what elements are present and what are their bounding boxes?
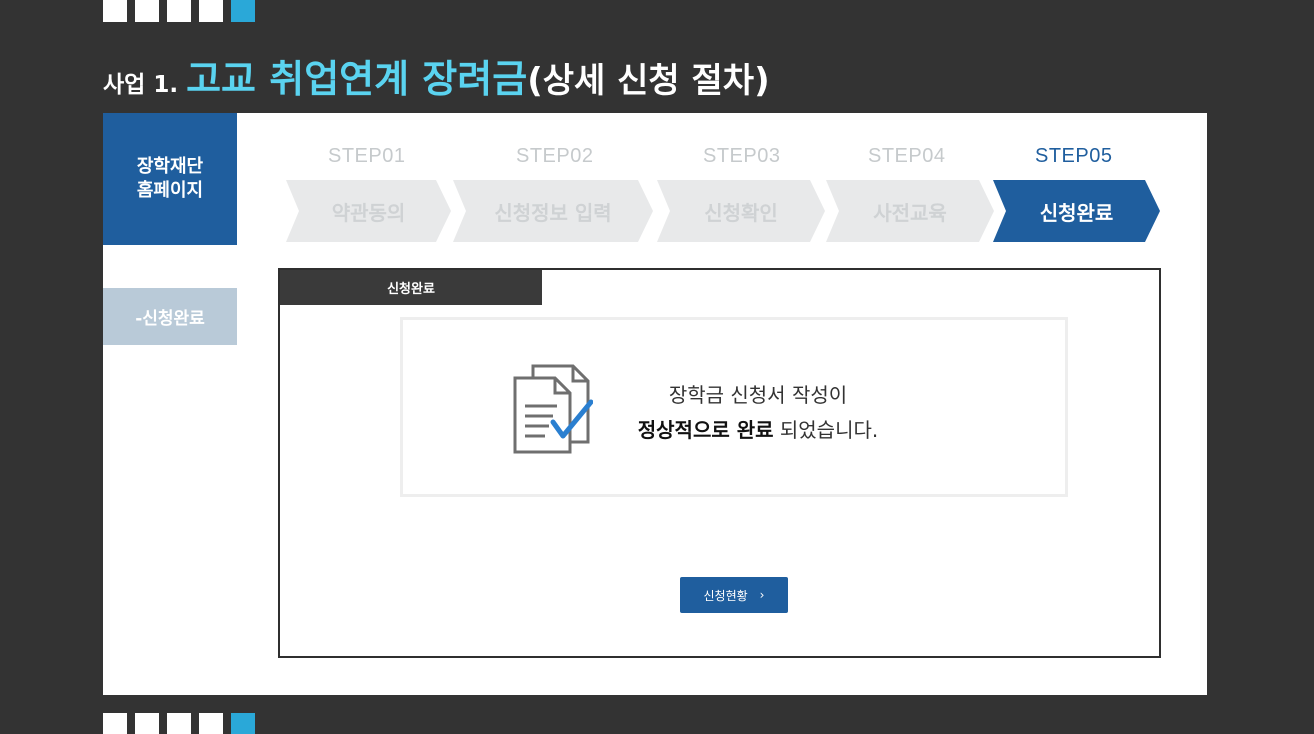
completion-message: 장학금 신청서 작성이 정상적으로 완료 되었습니다.: [608, 378, 908, 448]
step-5-complete: 신청완료: [993, 180, 1160, 242]
content-tab: 신청완료: [280, 270, 542, 305]
chevron-right-icon: ›: [759, 588, 765, 602]
decorative-squares-bottom: [103, 713, 255, 734]
completion-notice: 장학금 신청서 작성이 정상적으로 완료 되었습니다.: [400, 317, 1068, 497]
step-1-label: 약관동의: [331, 200, 406, 225]
step-4-education: 사전교육: [826, 180, 994, 242]
step-3-label: 신청확인: [704, 200, 778, 225]
step-4-label: 사전교육: [873, 200, 947, 225]
step-1-terms: 약관동의: [286, 180, 451, 242]
content-box: 신청완료 장학금 신청서 작성이 정상적으로 완료 되었습니다. 신청현황 ›: [278, 268, 1161, 658]
document-check-icon: [513, 364, 594, 458]
step-label-5: STEP05: [1035, 145, 1113, 167]
step-2-label: 신청정보 입력: [494, 200, 612, 225]
completion-message-line2: 정상적으로 완료 되었습니다.: [608, 413, 908, 448]
completion-message-bold: 정상적으로 완료: [637, 418, 774, 442]
completion-message-rest: 되었습니다.: [773, 418, 879, 442]
slide-title-main: 고교 취업연계 장려금: [186, 57, 528, 101]
deco-square: [167, 0, 191, 22]
deco-square: [135, 0, 159, 22]
application-status-button-label: 신청현황: [703, 588, 748, 603]
deco-square: [103, 0, 127, 22]
application-status-button[interactable]: 신청현황 ›: [680, 577, 788, 613]
deco-square-accent: [231, 713, 255, 734]
deco-square: [199, 713, 223, 734]
sidebar-item-apply-complete[interactable]: -신청완료: [103, 288, 237, 345]
deco-square: [103, 713, 127, 734]
screenshot-panel: 장학재단 홈페이지 -신청완료 STEP01 STEP02 STEP03 STE…: [103, 113, 1207, 695]
step-label-4: STEP04: [868, 145, 946, 167]
deco-square: [135, 713, 159, 734]
step-5-label: 신청완료: [1039, 200, 1114, 225]
deco-square: [167, 713, 191, 734]
step-progress: STEP01 STEP02 STEP03 STEP04 STEP05 약관동의 …: [103, 113, 1207, 253]
slide-title-prefix: 사업 1.: [103, 72, 179, 98]
step-label-1: STEP01: [328, 145, 406, 167]
slide-title-suffix: (상세 신청 절차): [527, 61, 770, 101]
step-label-2: STEP02: [516, 145, 594, 167]
deco-square-accent: [231, 0, 255, 22]
step-label-3: STEP03: [703, 145, 781, 167]
decorative-squares-top: [103, 0, 255, 22]
step-2-input: 신청정보 입력: [453, 180, 653, 242]
slide-title: 사업 1. 고교 취업연계 장려금 (상세 신청 절차): [103, 48, 770, 103]
completion-message-line1: 장학금 신청서 작성이: [668, 383, 848, 407]
step-3-confirm: 신청확인: [657, 180, 825, 242]
deco-square: [199, 0, 223, 22]
